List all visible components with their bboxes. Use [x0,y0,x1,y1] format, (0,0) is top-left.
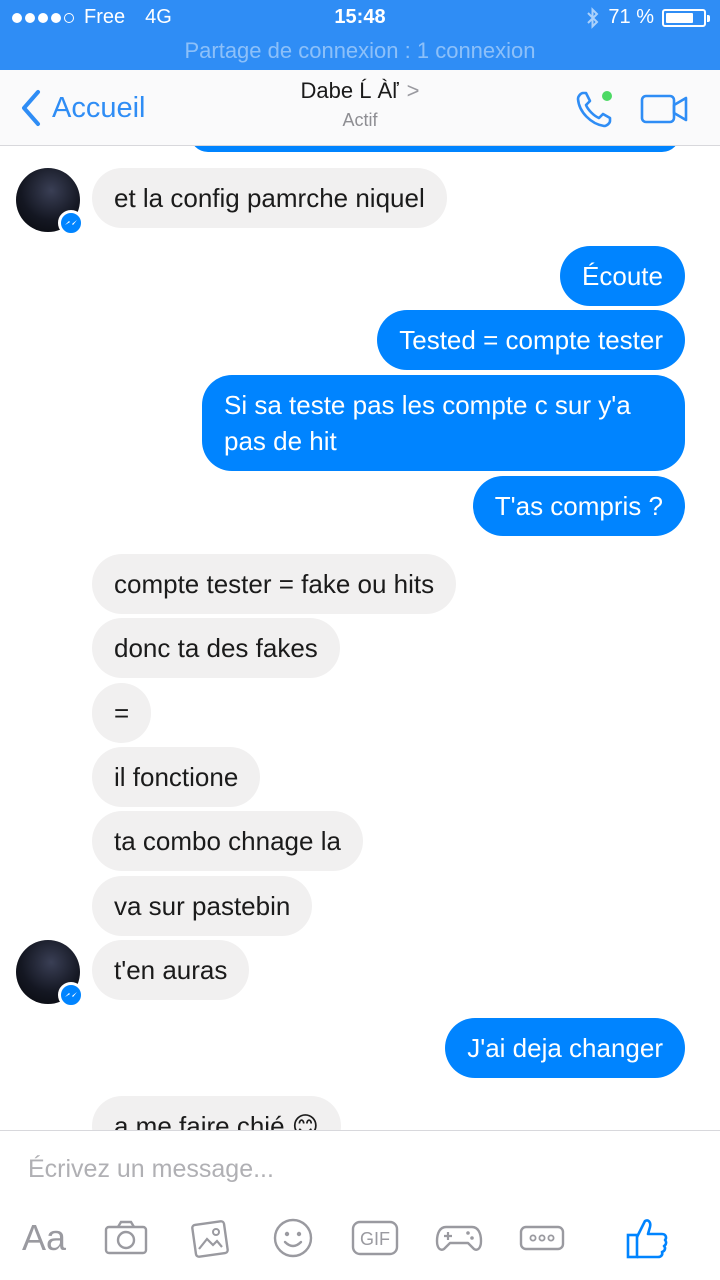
status-right: 71 % [586,6,710,29]
composer: Aa GIF [0,1130,720,1280]
phone-call-icon[interactable] [574,88,616,130]
video-call-icon[interactable] [640,92,688,126]
avatar[interactable] [16,940,84,1008]
message-incoming[interactable]: = [92,683,152,743]
message-outgoing[interactable]: Si sa teste pas les compte c sur y'a pas… [202,375,685,471]
contact-name: Dabe Ĺ Àľ [300,78,399,103]
message-incoming[interactable]: donc ta des fakes [92,618,340,678]
battery-percent: 71 % [608,6,654,28]
thumbs-up-icon[interactable] [624,1213,670,1263]
message-incoming[interactable]: t'en auras [92,940,250,1000]
camera-icon[interactable] [102,1213,150,1263]
text-format-button[interactable]: Aa [16,1213,72,1263]
more-options-icon[interactable] [518,1213,566,1263]
message-outgoing[interactable]: J'ai deja changer [445,1018,685,1078]
status-bar: Free 4G 15:48 71 % Partage de connexion … [0,0,720,70]
message-incoming[interactable]: et la config pamrche niquel [92,168,447,228]
message-input[interactable] [28,1155,588,1184]
message-list[interactable]: et la config pamrche niquel Écoute Teste… [0,146,720,1130]
bluetooth-icon [587,6,599,29]
message-outgoing[interactable]: T'as compris ? [472,476,685,536]
message-incoming[interactable]: ta combo chnage la [92,811,363,871]
message-incoming[interactable]: va sur pastebin [92,876,313,936]
gif-button[interactable]: GIF [350,1213,400,1263]
photo-gallery-icon[interactable] [186,1213,234,1263]
composer-toolbar: Aa GIF [0,1213,720,1263]
emoji-icon[interactable] [270,1213,316,1263]
hotspot-banner[interactable]: Partage de connexion : 1 connexion [0,38,720,64]
conversation-header: Accueil Dabe Ĺ Àľ > Actif [0,70,720,146]
messenger-badge-icon [58,210,84,236]
gif-icon: GIF [351,1220,399,1256]
gif-label: GIF [360,1229,390,1249]
previous-message-edge [190,146,680,152]
message-outgoing[interactable]: Écoute [560,246,685,306]
battery-icon [662,8,710,27]
message-incoming[interactable]: a me faire chié 😊 [92,1096,341,1130]
message-incoming[interactable]: il fonctione [92,747,261,807]
chevron-right-icon: > [406,78,420,103]
message-incoming[interactable]: compte tester = fake ou hits [92,554,457,614]
avatar[interactable] [16,168,84,236]
game-controller-icon[interactable] [434,1213,484,1263]
messenger-badge-icon [58,982,84,1008]
message-outgoing[interactable]: Tested = compte tester [377,310,685,370]
